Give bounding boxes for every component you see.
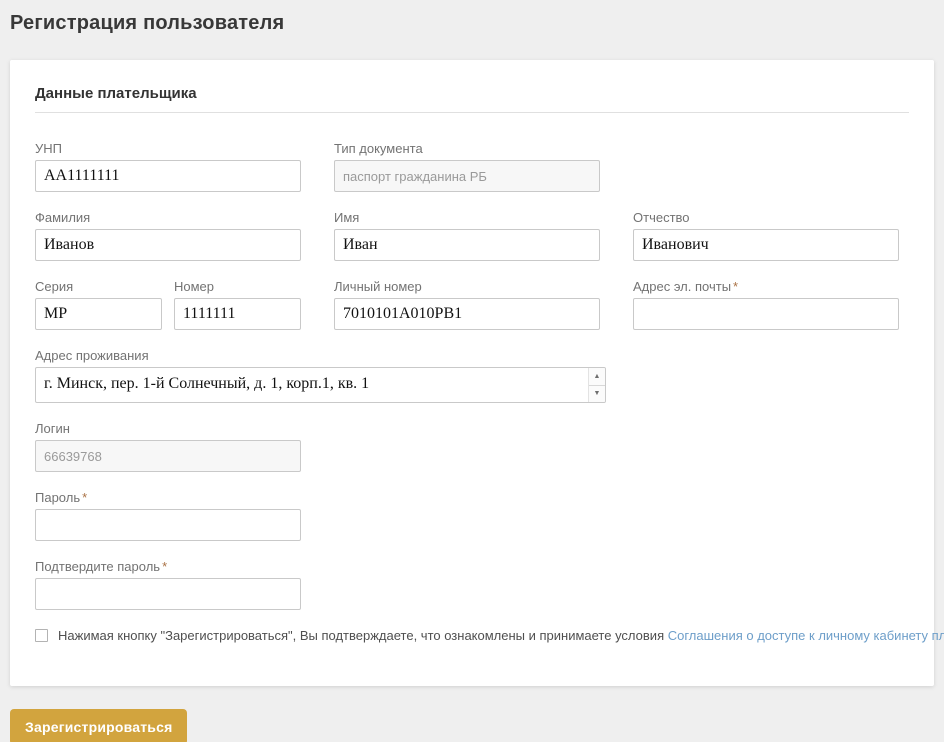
agreement-text: Нажимая кнопку "Зарегистрироваться", Вы … bbox=[58, 628, 944, 644]
firstname-input[interactable] bbox=[334, 229, 600, 261]
unp-input[interactable] bbox=[35, 160, 301, 192]
firstname-label: Имя bbox=[334, 210, 600, 225]
series-number-group: Серия Номер bbox=[35, 279, 301, 330]
series-input[interactable] bbox=[35, 298, 162, 330]
lastname-input[interactable] bbox=[35, 229, 301, 261]
scrollbar-down-icon[interactable]: ▼ bbox=[589, 386, 605, 403]
middlename-label: Отчество bbox=[633, 210, 899, 225]
email-input[interactable] bbox=[633, 298, 899, 330]
row-password: Пароль* bbox=[35, 490, 909, 541]
payer-data-card: Данные плательщика УНП Тип документа Фам… bbox=[10, 60, 934, 686]
password-confirm-field: Подтвердите пароль* bbox=[35, 559, 301, 610]
personal-number-label: Личный номер bbox=[334, 279, 600, 294]
password-required-mark: * bbox=[82, 490, 87, 505]
lastname-label: Фамилия bbox=[35, 210, 301, 225]
agreement-checkbox[interactable] bbox=[35, 629, 48, 642]
number-label: Номер bbox=[174, 279, 301, 294]
address-label: Адрес проживания bbox=[35, 348, 606, 363]
middlename-field: Отчество bbox=[633, 210, 899, 261]
series-label: Серия bbox=[35, 279, 162, 294]
number-input[interactable] bbox=[174, 298, 301, 330]
doctype-input bbox=[334, 160, 600, 192]
email-required-mark: * bbox=[733, 279, 738, 294]
password-input[interactable] bbox=[35, 509, 301, 541]
number-field: Номер bbox=[174, 279, 301, 330]
unp-field: УНП bbox=[35, 141, 301, 192]
firstname-field: Имя bbox=[334, 210, 600, 261]
address-field: Адрес проживания г. Минск, пер. 1-й Солн… bbox=[35, 348, 606, 403]
login-field: Логин bbox=[35, 421, 301, 472]
address-scrollbar[interactable]: ▲ ▼ bbox=[588, 368, 605, 402]
series-field: Серия bbox=[35, 279, 162, 330]
row-password-confirm: Подтвердите пароль* bbox=[35, 559, 909, 610]
agreement-link[interactable]: Соглашения о доступе к личному кабинету … bbox=[668, 628, 944, 643]
email-label: Адрес эл. почты* bbox=[633, 279, 899, 294]
register-button[interactable]: Зарегистрироваться bbox=[10, 709, 187, 742]
address-textarea-wrap: г. Минск, пер. 1-й Солнечный, д. 1, корп… bbox=[35, 367, 606, 403]
unp-label: УНП bbox=[35, 141, 301, 156]
scrollbar-up-icon[interactable]: ▲ bbox=[589, 368, 605, 386]
login-input bbox=[35, 440, 301, 472]
page-title: Регистрация пользователя bbox=[10, 12, 934, 35]
middlename-input[interactable] bbox=[633, 229, 899, 261]
row-login: Логин bbox=[35, 421, 909, 472]
row-fio: Фамилия Имя Отчество bbox=[35, 210, 909, 261]
address-textarea[interactable]: г. Минск, пер. 1-й Солнечный, д. 1, корп… bbox=[36, 368, 588, 402]
agreement-row: Нажимая кнопку "Зарегистрироваться", Вы … bbox=[35, 628, 909, 644]
doctype-field: Тип документа bbox=[334, 141, 600, 192]
row-unp-doctype: УНП Тип документа bbox=[35, 141, 909, 192]
personal-number-input[interactable] bbox=[334, 298, 600, 330]
row-address: Адрес проживания г. Минск, пер. 1-й Солн… bbox=[35, 348, 909, 403]
password-field: Пароль* bbox=[35, 490, 301, 541]
password-confirm-label: Подтвердите пароль* bbox=[35, 559, 301, 574]
personal-number-field: Личный номер bbox=[334, 279, 600, 330]
section-title: Данные плательщика bbox=[35, 85, 909, 113]
email-field: Адрес эл. почты* bbox=[633, 279, 899, 330]
row-passport-email: Серия Номер Личный номер Адрес эл. почты… bbox=[35, 279, 909, 330]
login-label: Логин bbox=[35, 421, 301, 436]
doctype-label: Тип документа bbox=[334, 141, 600, 156]
password-label: Пароль* bbox=[35, 490, 301, 505]
lastname-field: Фамилия bbox=[35, 210, 301, 261]
password-confirm-required-mark: * bbox=[162, 559, 167, 574]
password-confirm-input[interactable] bbox=[35, 578, 301, 610]
